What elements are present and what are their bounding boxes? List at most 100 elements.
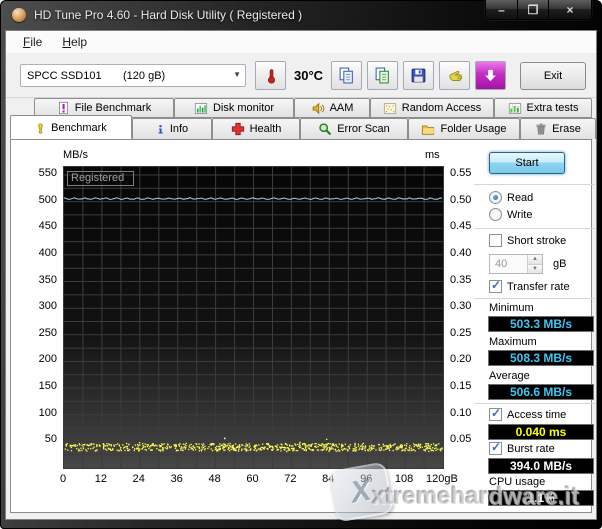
average-label: Average <box>489 370 530 382</box>
x-tick-label: 12 <box>94 473 108 485</box>
short-stroke-checkbox[interactable] <box>489 234 502 247</box>
cpu-usage-label: CPU usage <box>489 476 546 488</box>
tab-disk-monitor[interactable]: Disk monitor <box>174 98 294 118</box>
y-left-unit-label: MB/s <box>63 149 89 161</box>
y-left-tick-label: 200 <box>38 353 57 366</box>
write-radio[interactable] <box>489 208 502 221</box>
x-tick-label: 96 <box>360 473 373 485</box>
tab-label: Health <box>249 123 282 135</box>
minimize-button[interactable]: – <box>486 0 517 19</box>
access-time-row[interactable]: Access time <box>489 406 567 421</box>
tab-label: Random Access <box>401 102 482 114</box>
info-icon <box>158 124 163 134</box>
y-left-tick-label: 150 <box>38 380 57 393</box>
transfer-rate-checkbox[interactable] <box>489 278 502 293</box>
tab-label: Benchmark <box>51 122 107 134</box>
burst-rate-value: 394.0 MB/s <box>488 458 594 474</box>
toolbar-buttons <box>331 61 506 90</box>
copy-icon <box>339 67 353 84</box>
y-right-tick-label: 0.55 <box>450 166 472 179</box>
short-stroke-spinner[interactable]: 40 ▲ ▼ <box>489 254 543 274</box>
copy-image-button[interactable] <box>367 61 398 90</box>
tab-label: Folder Usage <box>440 123 507 135</box>
temperature-value: 30°C <box>294 68 324 83</box>
read-label: Read <box>507 191 534 204</box>
tab-info[interactable]: Info <box>132 118 212 139</box>
menu-help[interactable]: Help <box>53 32 96 52</box>
copy-text-button[interactable] <box>331 61 362 90</box>
write-radio-row[interactable]: Write <box>489 208 532 221</box>
separator <box>474 403 595 404</box>
access-time-checkbox[interactable] <box>489 406 502 421</box>
short-stroke-row[interactable]: Short stroke <box>489 234 566 247</box>
short-stroke-unit: gB <box>553 258 567 270</box>
update-button[interactable] <box>475 61 506 90</box>
y-left-tick-label: 350 <box>38 273 57 286</box>
exit-button[interactable]: Exit <box>520 61 586 90</box>
benchmark-panel: MB/s ms Registered Start Read Write Shor… <box>10 139 595 513</box>
tab-label: Error Scan <box>337 123 390 135</box>
spin-down-icon[interactable]: ▼ <box>528 264 542 273</box>
y-left-tick-label: 550 <box>38 166 57 179</box>
close-button[interactable]: × <box>548 0 591 19</box>
access-time-label: Access time <box>507 408 567 421</box>
window-title: HD Tune Pro 4.60 - Hard Disk Utility ( R… <box>34 8 303 22</box>
burst-rate-row[interactable]: Burst rate <box>489 440 555 455</box>
temperature-button[interactable] <box>255 61 286 90</box>
maximum-value: 508.3 MB/s <box>488 350 594 366</box>
tab-label: AAM <box>329 102 354 114</box>
tab-label: File Benchmark <box>74 102 152 114</box>
save-button[interactable] <box>403 61 434 90</box>
tab-random-access[interactable]: Random Access <box>370 98 494 118</box>
benchmark-chart <box>63 166 444 469</box>
y-right-tick-label: 0.40 <box>450 246 472 259</box>
access-time-value: 0.040 ms <box>488 424 594 440</box>
tab-aam[interactable]: AAM <box>294 98 370 118</box>
options-button[interactable] <box>439 61 470 90</box>
tab-health[interactable]: Health <box>212 118 300 139</box>
burst-rate-label: Burst rate <box>507 442 555 455</box>
minimum-label: Minimum <box>489 302 534 314</box>
spinner-arrows[interactable]: ▲ ▼ <box>527 255 542 273</box>
start-button[interactable]: Start <box>489 152 565 174</box>
drive-selector[interactable]: SPCC SSD101 (120 gB) ▼ <box>20 64 246 87</box>
tab-benchmark[interactable]: Benchmark <box>10 115 132 139</box>
tab-label: Info <box>169 123 189 135</box>
separator <box>474 298 595 299</box>
spin-up-icon[interactable]: ▲ <box>528 255 542 265</box>
tab-erase[interactable]: Erase <box>520 118 596 139</box>
registered-overlay: Registered <box>67 171 135 186</box>
maximize-button[interactable]: ❐ <box>517 0 548 19</box>
copy-image-icon <box>375 67 389 84</box>
folder-icon <box>422 124 435 135</box>
health-cross-icon <box>231 122 244 136</box>
separator <box>474 228 595 229</box>
x-tick-label: 36 <box>170 473 183 485</box>
y-right-tick-label: 0.35 <box>450 273 472 286</box>
read-radio-row[interactable]: Read <box>489 191 533 204</box>
short-stroke-size-row: 40 ▲ ▼ gB <box>489 254 566 274</box>
drive-name: SPCC SSD101 <box>27 69 102 82</box>
title-bar[interactable]: HD Tune Pro 4.60 - Hard Disk Utility ( R… <box>0 0 602 30</box>
trash-icon <box>536 123 546 135</box>
tab-error-scan[interactable]: Error Scan <box>300 118 408 139</box>
magnifier-icon <box>319 123 332 136</box>
tab-folder-usage[interactable]: Folder Usage <box>408 118 520 139</box>
maximum-label: Maximum <box>489 336 537 348</box>
read-radio[interactable] <box>489 191 502 204</box>
file-benchmark-icon <box>58 101 68 115</box>
transfer-rate-row[interactable]: Transfer rate <box>489 278 570 293</box>
write-label: Write <box>507 208 533 221</box>
burst-rate-checkbox[interactable] <box>489 440 502 455</box>
drive-capacity: (120 gB) <box>123 69 166 82</box>
tab-extra-tests[interactable]: Extra tests <box>494 98 592 118</box>
down-arrow-icon <box>485 69 496 82</box>
chevron-down-icon: ▼ <box>233 70 241 79</box>
cpu-usage-value: 1.1% <box>488 490 594 506</box>
menu-bar: File Help <box>6 31 596 54</box>
speaker-icon <box>312 102 324 114</box>
y-right-unit-label: ms <box>425 149 440 161</box>
menu-file[interactable]: File <box>14 32 51 52</box>
random-access-icon <box>383 102 396 114</box>
x-tick-label: 60 <box>246 473 259 485</box>
